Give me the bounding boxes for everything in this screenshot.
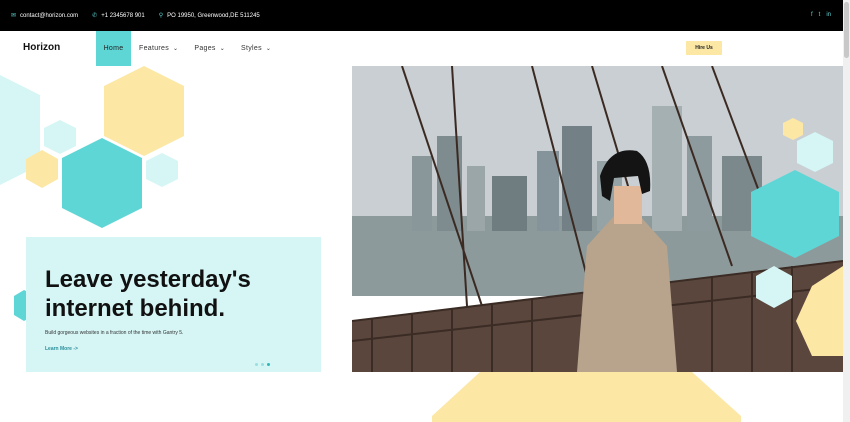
learn-more-link[interactable]: Learn More -> — [45, 346, 78, 352]
nav-item-label: Styles — [241, 45, 262, 52]
hexagon-shape — [432, 372, 741, 422]
main-navigation: Horizon Home Features ⌄ Pages ⌄ Styles ⌄ Hi… — [0, 31, 843, 66]
nav-item-styles[interactable]: Styles ⌄ — [233, 31, 279, 66]
hexagon-shape — [62, 138, 142, 228]
hero-headline: Leave yesterday's internet behind. — [45, 265, 315, 323]
social-links: f t in — [811, 12, 831, 18]
contact-email[interactable]: contact@horizon.com — [20, 13, 78, 19]
top-bar: ✉ contact@horizon.com ✆ +1 2345678 901 ⚲… — [0, 0, 843, 31]
slider-dot[interactable] — [261, 363, 264, 366]
scrollbar-thumb[interactable] — [844, 2, 849, 58]
phone-icon: ✆ — [92, 13, 98, 19]
hero-headline-line-1: Leave yesterday's — [45, 266, 251, 293]
slider-dots — [255, 363, 270, 366]
contact-address: PO 19950, Greenwood,DE 511245 — [167, 12, 260, 19]
chevron-down-icon: ⌄ — [219, 46, 226, 52]
slider-dot-active[interactable] — [267, 363, 270, 366]
hero-subtext: Build gorgeous websites in a fraction of… — [45, 330, 184, 336]
site-logo[interactable]: Horizon — [23, 42, 60, 53]
facebook-icon[interactable]: f — [811, 12, 813, 18]
hero-photo — [352, 66, 843, 372]
nav-menu: Home Features ⌄ Pages ⌄ Styles ⌄ — [96, 31, 279, 66]
linkedin-icon[interactable]: in — [826, 12, 831, 18]
hexagon-shape — [146, 153, 178, 187]
slider-dot[interactable] — [255, 363, 258, 366]
map-pin-icon: ⚲ — [158, 13, 164, 19]
hero-panel: Leave yesterday's internet behind. Build… — [26, 237, 321, 372]
hexagon-shape — [44, 120, 76, 154]
nav-item-home[interactable]: Home — [96, 31, 131, 66]
chevron-down-icon: ⌄ — [265, 46, 272, 52]
chevron-down-icon: ⌄ — [173, 46, 179, 52]
nav-item-features[interactable]: Features ⌄ — [131, 31, 186, 66]
nav-item-pages[interactable]: Pages ⌄ — [186, 31, 233, 66]
hero-headline-line-2: internet behind. — [45, 295, 225, 322]
hexagon-shape — [104, 66, 184, 156]
contact-phone[interactable]: +1 2345678 901 — [101, 13, 145, 19]
scrollbar[interactable] — [843, 0, 850, 422]
nav-item-label: Features — [139, 45, 170, 52]
contact-info: ✉ contact@horizon.com ✆ +1 2345678 901 ⚲… — [11, 12, 260, 20]
nav-item-label: Pages — [194, 45, 216, 52]
hire-us-button[interactable]: Hire Us — [686, 41, 722, 55]
nav-item-label: Home — [103, 45, 124, 52]
envelope-icon: ✉ — [11, 13, 17, 19]
twitter-icon[interactable]: t — [819, 12, 821, 18]
